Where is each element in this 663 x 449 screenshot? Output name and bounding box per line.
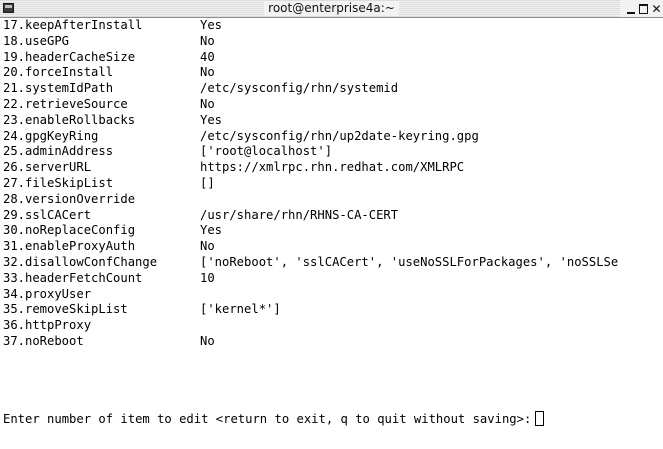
config-key: enableProxyAuth — [25, 239, 136, 254]
config-row: 36. httpProxy — [3, 318, 663, 334]
config-value: 10 — [200, 270, 215, 285]
config-row: 22. retrieveSource No — [3, 97, 663, 113]
config-row: 32. disallowConfChange ['noReboot', 'sslCA… — [3, 255, 663, 271]
config-row: 23. enableRollbacks Yes — [3, 113, 663, 129]
item-number: 27. — [3, 175, 26, 190]
item-number: 31. — [3, 239, 26, 254]
item-number: 28. — [3, 191, 26, 206]
config-key: systemIdPath — [25, 81, 114, 96]
window-controls: ✕ — [620, 0, 663, 17]
config-key: fileSkipList — [25, 175, 114, 190]
prompt-line: Enter number of item to edit <return to … — [3, 411, 545, 428]
config-value: https://xmlrpc.rhn.redhat.com/XMLRPC — [200, 160, 465, 175]
config-key: httpProxy — [25, 318, 92, 333]
maximize-icon[interactable] — [637, 1, 650, 16]
config-row: 28. versionOverride — [3, 192, 663, 208]
terminal-window: root@enterprise4a:~ ✕ 17. keepAfterInstal… — [0, 0, 663, 449]
item-number: 19. — [3, 49, 26, 64]
config-key: sslCACert — [25, 207, 92, 222]
config-value: No — [200, 65, 215, 80]
item-number: 23. — [3, 112, 26, 127]
config-value: 40 — [200, 49, 215, 64]
config-row: 24. gpgKeyRing/etc/sysconfig/rhn/up2date-… — [3, 129, 663, 145]
config-value: Yes — [200, 223, 223, 238]
config-value: /usr/share/rhn/RHNS-CA-CERT — [200, 207, 399, 222]
config-row: 20. forceInstall No — [3, 65, 663, 81]
item-number: 35. — [3, 302, 26, 317]
config-row: 29. sslCACert/usr/share/rhn/RHNS-CA-CERT — [3, 208, 663, 224]
config-key: retrieveSource — [25, 96, 128, 111]
config-row: 19. headerCacheSize 40 — [3, 50, 663, 66]
config-value: No — [200, 33, 215, 48]
config-row: 37. noReboot No — [3, 334, 663, 350]
prompt-text: Enter number of item to edit <return to … — [3, 412, 532, 426]
minimize-icon[interactable] — [624, 1, 637, 16]
config-key: headerCacheSize — [25, 49, 136, 64]
config-value: /etc/sysconfig/rhn/up2date-keyring.gpg — [200, 128, 479, 143]
config-row: 26. serverURL https://xmlrpc.rhn.redhat.co… — [3, 160, 663, 176]
config-key: adminAddress — [25, 144, 114, 159]
item-number: 34. — [3, 286, 26, 301]
close-icon[interactable]: ✕ — [650, 1, 663, 16]
config-value: /etc/sysconfig/rhn/systemid — [200, 81, 399, 96]
item-number: 33. — [3, 270, 26, 285]
config-key: headerFetchCount — [25, 270, 143, 285]
config-value: No — [200, 333, 215, 348]
item-number: 21. — [3, 81, 26, 96]
config-row: 31. enableProxyAuth No — [3, 239, 663, 255]
config-row: 35. removeSkipList ['kernel*'] — [3, 302, 663, 318]
title-bar[interactable]: root@enterprise4a:~ ✕ — [0, 0, 663, 18]
item-number: 36. — [3, 318, 26, 333]
config-key: gpgKeyRing — [25, 128, 99, 143]
config-value: Yes — [200, 112, 223, 127]
item-number: 25. — [3, 144, 26, 159]
config-value: No — [200, 96, 215, 111]
config-key: versionOverride — [25, 191, 136, 206]
config-row: 25. adminAddress ['root@localhost'] — [3, 144, 663, 160]
config-key: noReplaceConfig — [25, 223, 136, 238]
item-number: 37. — [3, 333, 26, 348]
config-row: 30. noReplaceConfig Yes — [3, 223, 663, 239]
terminal-output[interactable]: 17. keepAfterInstall Yes 18. useGPG No 19. head… — [0, 18, 663, 449]
item-number: 24. — [3, 128, 26, 143]
item-number: 22. — [3, 96, 26, 111]
item-number: 18. — [3, 33, 26, 48]
config-row: 34. proxyUser — [3, 287, 663, 303]
item-number: 26. — [3, 160, 26, 175]
text-cursor[interactable] — [535, 411, 545, 426]
config-value: ['root@localhost'] — [200, 144, 333, 159]
config-row: 18. useGPG No — [3, 34, 663, 50]
item-number: 17. — [3, 18, 26, 32]
config-row: 17. keepAfterInstall Yes — [3, 18, 663, 34]
item-number: 20. — [3, 65, 26, 80]
config-key: serverURL — [25, 160, 92, 175]
config-value: [] — [200, 175, 215, 190]
item-number: 29. — [3, 207, 26, 222]
config-key: proxyUser — [25, 286, 92, 301]
config-value: ['kernel*'] — [200, 302, 281, 317]
item-number: 32. — [3, 254, 26, 269]
config-row: 27. fileSkipList [] — [3, 176, 663, 192]
item-number: 30. — [3, 223, 26, 238]
config-row: 21. systemIdPath/etc/sysconfig/rhn/system… — [3, 81, 663, 97]
config-key: useGPG — [25, 33, 70, 48]
config-key: forceInstall — [25, 65, 114, 80]
config-key: removeSkipList — [25, 302, 128, 317]
config-value: No — [200, 239, 215, 254]
config-row: 33. headerFetchCount 10 — [3, 271, 663, 287]
config-key: noReboot — [25, 333, 84, 348]
config-value: ['noReboot', 'sslCACert', 'useNoSSLForPa… — [200, 254, 619, 269]
window-title-container: root@enterprise4a:~ — [0, 1, 663, 16]
config-key: disallowConfChange — [25, 254, 158, 269]
config-key: keepAfterInstall — [25, 18, 143, 32]
config-value: Yes — [200, 18, 223, 32]
window-title: root@enterprise4a:~ — [264, 1, 399, 15]
config-key: enableRollbacks — [25, 112, 136, 127]
